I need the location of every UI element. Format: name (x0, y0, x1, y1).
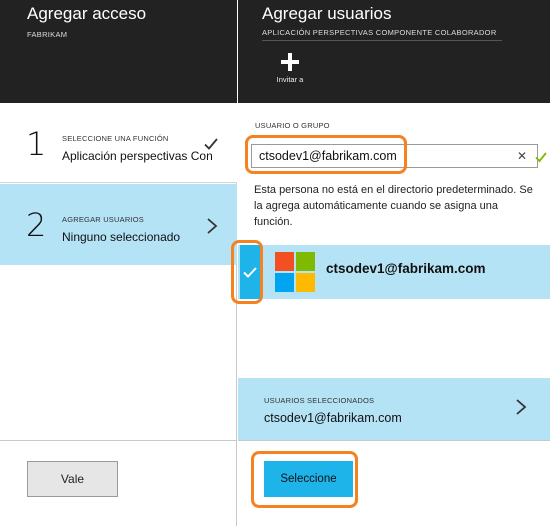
step-number: 1 (26, 125, 47, 163)
step-caption: SELECCIONE UNA FUNCIÓN (62, 134, 169, 143)
user-or-group-label: USUARIO O GRUPO (255, 121, 330, 130)
add-users-title: Agregar usuarios (262, 4, 392, 23)
step-number: 2 (26, 206, 47, 244)
select-button[interactable]: Seleccione (264, 461, 353, 497)
divider (262, 40, 502, 41)
divider (0, 440, 237, 441)
ok-button[interactable]: Vale (27, 461, 118, 497)
step-value: Ninguno seleccionado (62, 230, 181, 244)
user-email: ctsodev1@fabrikam.com (326, 261, 486, 276)
add-users-header: Agregar usuarios APLICACIÓN PERSPECTIVAS… (238, 0, 550, 103)
plus-icon (281, 53, 299, 71)
search-box: ✕ (251, 144, 547, 168)
add-users-blade: Agregar usuarios APLICACIÓN PERSPECTIVAS… (238, 0, 550, 526)
add-access-subtitle: FABRIKAM (27, 30, 68, 39)
user-search-input[interactable] (259, 148, 499, 164)
selected-users-caption: USUARIOS SELECCIONADOS (264, 396, 375, 405)
invite-button[interactable]: Invitar a (274, 53, 306, 89)
microsoft-logo-icon (275, 252, 315, 292)
add-access-blade: Agregar acceso FABRIKAM 1 SELECCIONE UNA… (0, 0, 237, 526)
row-select-checkbox[interactable] (240, 245, 260, 299)
step-value: Aplicación perspectivas Con... (62, 149, 212, 163)
selected-users-panel[interactable]: USUARIOS SELECCIONADOS ctsodev1@fabrikam… (238, 378, 550, 440)
add-users-subtitle: APLICACIÓN PERSPECTIVAS COMPONENTE COLAB… (262, 28, 497, 37)
checkmark-icon (204, 138, 218, 150)
valid-check-icon (535, 152, 547, 163)
selected-users-value: ctsodev1@fabrikam.com (264, 411, 402, 425)
user-result-row[interactable]: ctsodev1@fabrikam.com (238, 245, 550, 299)
checkmark-icon (243, 267, 257, 278)
add-access-title: Agregar acceso (27, 4, 147, 23)
step-select-role[interactable]: 1 SELECCIONE UNA FUNCIÓN Aplicación pers… (0, 103, 237, 183)
invite-label: Invitar a (276, 75, 304, 84)
step-add-users[interactable]: 2 AGREGAR USUARIOS Ninguno seleccionado (0, 184, 237, 265)
step-caption: AGREGAR USUARIOS (62, 215, 144, 224)
divider (238, 440, 550, 441)
not-in-directory-notice: Esta persona no está en el directorio pr… (254, 184, 533, 228)
chevron-right-icon (516, 399, 527, 415)
clear-icon[interactable]: ✕ (517, 149, 527, 163)
chevron-right-icon (207, 218, 218, 234)
add-access-header: Agregar acceso FABRIKAM (0, 0, 237, 103)
